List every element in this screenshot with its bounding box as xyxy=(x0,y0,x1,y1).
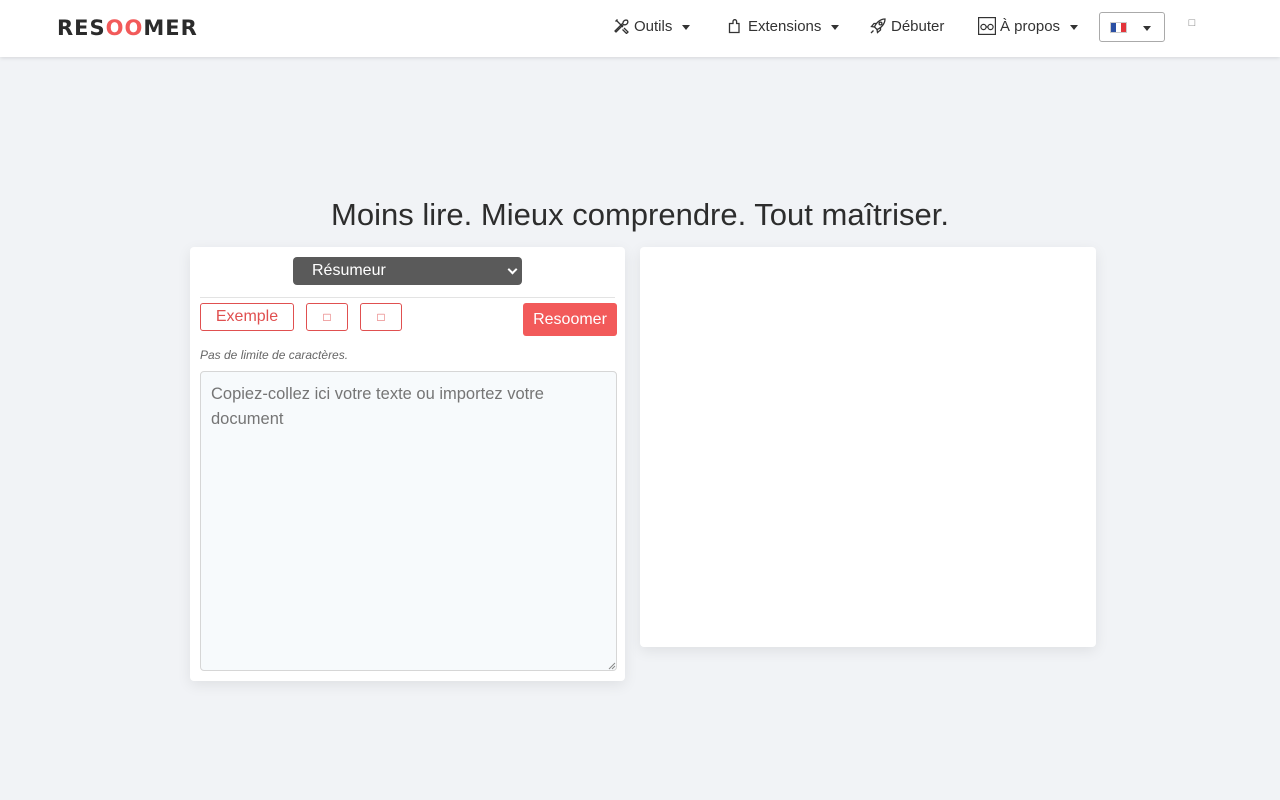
logo-text-prefix: RES xyxy=(57,16,106,40)
nav-start[interactable]: Débuter xyxy=(869,14,944,38)
nav-extensions[interactable]: Extensions xyxy=(728,14,840,38)
trash-icon: □ xyxy=(377,310,385,324)
language-select[interactable] xyxy=(1099,12,1165,42)
logo-text-suffix: MER xyxy=(143,16,198,40)
output-panel xyxy=(640,247,1096,647)
upload-icon: □ xyxy=(323,310,331,324)
chevron-down-icon xyxy=(831,24,840,30)
nav-tools[interactable]: Outils xyxy=(614,14,691,38)
glasses-icon xyxy=(978,17,996,35)
nav-tools-label: Outils xyxy=(634,17,673,35)
mode-select[interactable]: Résumeur xyxy=(293,257,522,285)
page-headline: Moins lire. Mieux comprendre. Tout maîtr… xyxy=(331,197,949,232)
nav-about[interactable]: À propos xyxy=(978,14,1079,38)
resoomer-logo[interactable]: RESOOMER xyxy=(57,14,198,42)
example-button[interactable]: Exemple xyxy=(200,303,294,331)
nav-about-label: À propos xyxy=(1000,17,1061,35)
fr-flag-icon xyxy=(1110,21,1127,33)
clear-button[interactable]: □ xyxy=(360,303,402,331)
top-navbar: RESOOMER Outils Extensions Débuter À pro… xyxy=(0,0,1280,57)
submit-button-label: Resoomer xyxy=(533,311,607,328)
resoomer-submit-button[interactable]: Resoomer xyxy=(523,303,617,336)
resize-handle-icon[interactable] xyxy=(608,662,616,670)
input-panel: Résumeur Exemple □ □ Resoomer Pas de lim… xyxy=(190,247,625,681)
puzzle-icon xyxy=(728,19,740,34)
example-button-label: Exemple xyxy=(215,308,279,325)
tools-icon xyxy=(614,19,629,34)
upload-button[interactable]: □ xyxy=(306,303,348,331)
character-limit-hint: Pas de limite de caractères. xyxy=(200,348,349,362)
logo-text-oo: OO xyxy=(105,16,144,40)
chevron-down-icon xyxy=(507,264,518,275)
nav-start-label: Débuter xyxy=(891,17,945,35)
mode-select-value: Résumeur xyxy=(312,262,386,279)
user-icon[interactable]: □ xyxy=(1186,17,1198,33)
chevron-down-icon xyxy=(1070,24,1079,30)
chevron-down-icon xyxy=(1143,25,1151,31)
rocket-icon xyxy=(870,18,886,34)
text-input[interactable] xyxy=(200,371,617,671)
chevron-down-icon xyxy=(682,24,691,30)
divider xyxy=(200,297,615,298)
nav-extensions-label: Extensions xyxy=(748,17,822,35)
